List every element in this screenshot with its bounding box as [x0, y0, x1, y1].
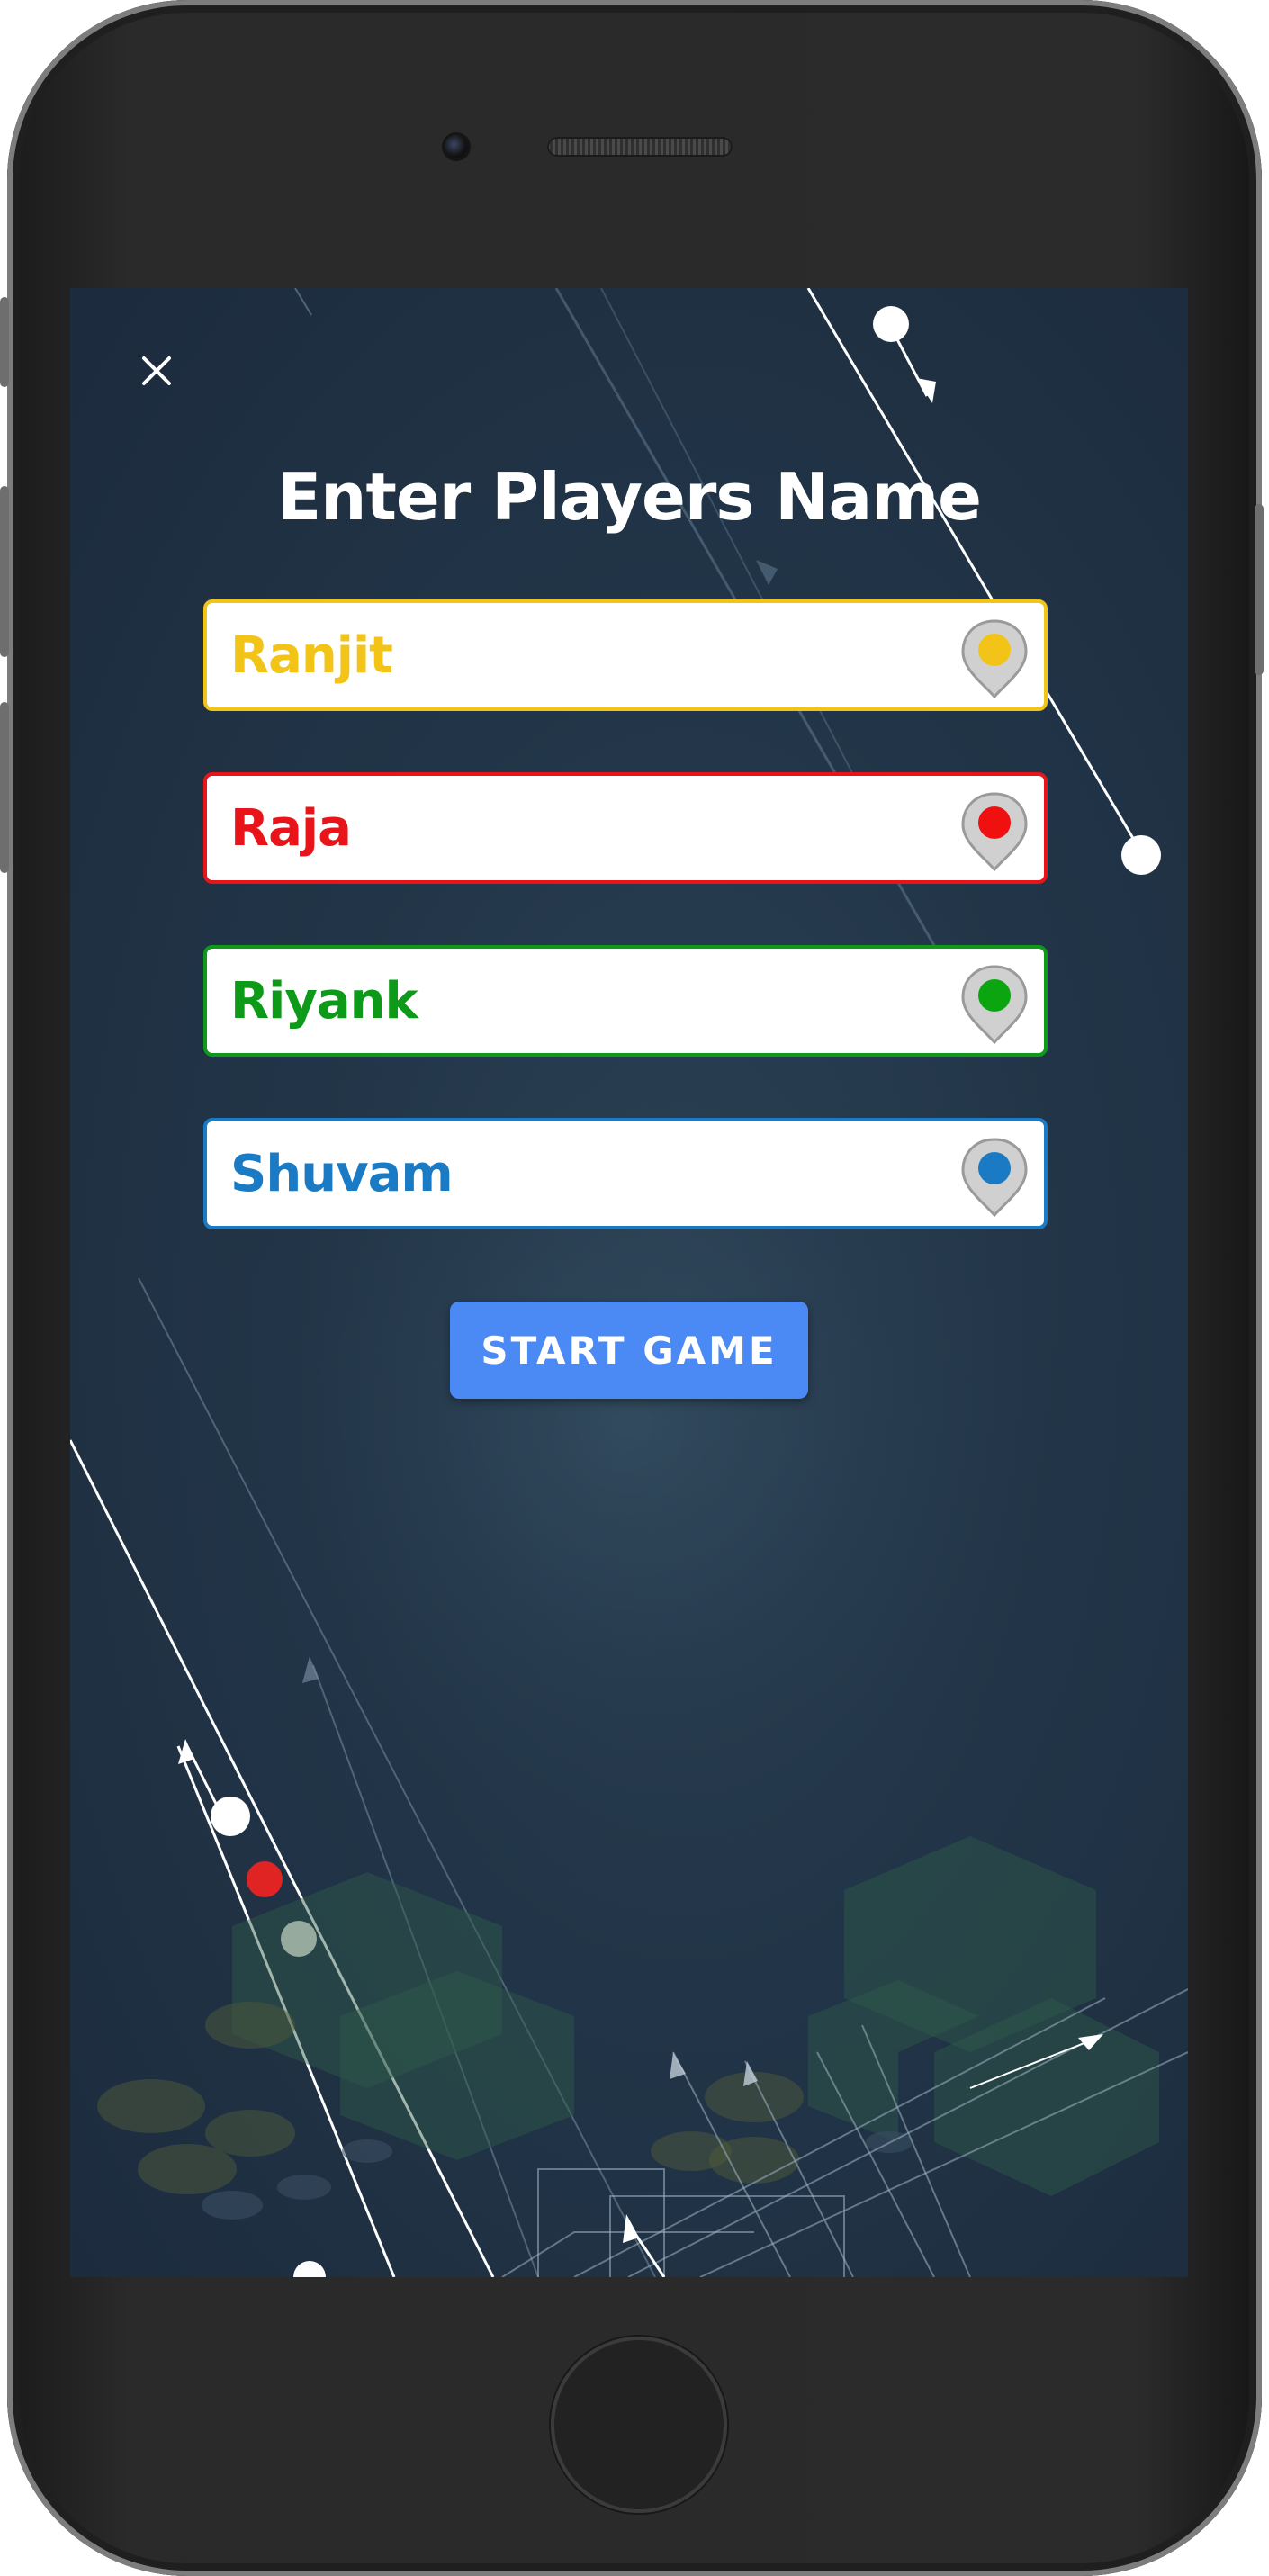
decorative-background: [70, 288, 1188, 2277]
player-1-field[interactable]: Ranjit: [203, 599, 1048, 711]
map-pin-yellow-icon: [961, 619, 1028, 698]
map-pin-green-icon: [961, 965, 1028, 1044]
player-setup-screen: Enter Players Name Ranjit Raja Riyank Sh…: [70, 288, 1188, 2277]
player-2-field[interactable]: Raja: [203, 772, 1048, 884]
close-button[interactable]: [131, 346, 182, 396]
start-game-button[interactable]: START GAME: [450, 1302, 808, 1399]
player-2-name: Raja: [230, 798, 352, 858]
home-button[interactable]: [551, 2337, 727, 2513]
silent-switch: [0, 297, 9, 387]
front-camera: [445, 135, 468, 158]
earpiece-speaker: [547, 137, 733, 157]
volume-up-button: [0, 486, 9, 657]
player-1-name: Ranjit: [230, 626, 393, 685]
map-pin-red-icon: [961, 792, 1028, 871]
player-3-field[interactable]: Riyank: [203, 945, 1048, 1057]
player-4-field[interactable]: Shuvam: [203, 1118, 1048, 1229]
page-title: Enter Players Name: [277, 459, 982, 535]
power-button: [1255, 504, 1264, 675]
volume-down-button: [0, 702, 9, 873]
map-pin-blue-icon: [961, 1138, 1028, 1217]
player-3-name: Riyank: [230, 971, 418, 1031]
player-4-name: Shuvam: [230, 1144, 454, 1203]
close-icon: [142, 356, 171, 385]
